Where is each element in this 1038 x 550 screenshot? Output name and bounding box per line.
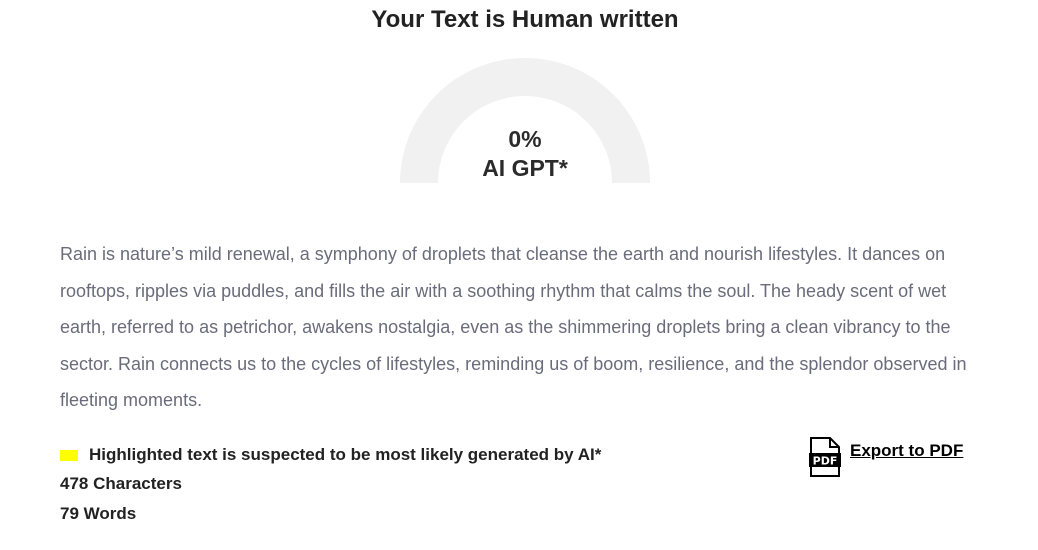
highlight-legend: Highlighted text is suspected to be most…: [60, 443, 601, 467]
gauge-label: AI GPT*: [482, 155, 568, 181]
gauge-percent: 0%: [508, 126, 542, 152]
export-pdf-button[interactable]: PDF Export to PDF: [808, 437, 963, 477]
pdf-file-icon: PDF: [809, 437, 841, 477]
ai-score-gauge: 0% AI GPT*: [399, 57, 651, 184]
character-count: 478 Characters: [60, 474, 182, 493]
word-count: 79 Words: [60, 504, 137, 523]
result-title: Your Text is Human written: [371, 6, 679, 33]
export-pdf-label[interactable]: Export to PDF: [850, 441, 963, 461]
highlight-swatch: [60, 449, 78, 461]
highlight-legend-text: Highlighted text is suspected to be most…: [89, 445, 602, 464]
analyzed-text: Rain is nature’s mild renewal, a symphon…: [60, 244, 967, 410]
pdf-icon-text: PDF: [813, 455, 838, 468]
